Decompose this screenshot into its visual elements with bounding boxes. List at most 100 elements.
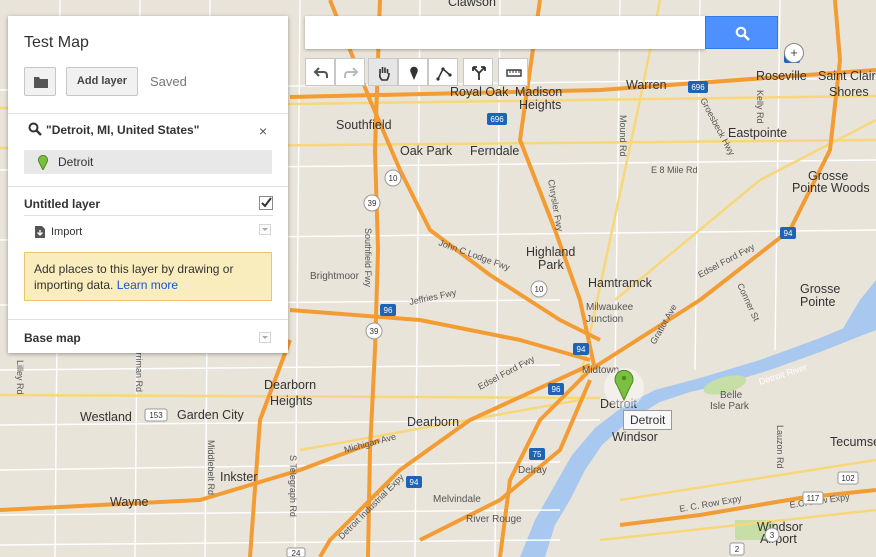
search-input[interactable] [305, 16, 705, 49]
city-label: Belle [720, 390, 743, 401]
highway-shield: 96 [548, 383, 564, 395]
highway-shield: 75 [529, 448, 545, 460]
base-map-dropdown[interactable] [259, 332, 271, 343]
svg-text:94: 94 [784, 229, 793, 238]
svg-text:39: 39 [368, 199, 377, 208]
highway-shield: 153 [144, 408, 168, 422]
svg-text:75: 75 [533, 450, 542, 459]
svg-text:2: 2 [735, 545, 740, 554]
highway-shield: 696 [688, 81, 708, 93]
highway-shield: 2 [729, 542, 745, 556]
svg-text:10: 10 [535, 285, 544, 294]
city-label: River Rouge [466, 514, 522, 525]
svg-text:94: 94 [577, 345, 586, 354]
highway-shield: 96 [380, 304, 396, 316]
road-label: S Telegraph Rd [288, 455, 298, 517]
undo-button[interactable] [305, 58, 335, 86]
search-button[interactable] [705, 16, 778, 49]
city-label: Junction [586, 314, 623, 325]
svg-text:24: 24 [292, 549, 301, 557]
city-label: Heights [270, 394, 312, 408]
base-map-label[interactable]: Base map [24, 331, 81, 345]
city-label: Pointe Woods [792, 181, 870, 195]
learn-more-link[interactable]: Learn more [117, 278, 178, 292]
city-label: Grosse [800, 282, 840, 296]
road-label: E 8 Mile Rd [651, 165, 698, 175]
city-label: Oak Park [400, 144, 453, 158]
marker-tooltip: Detroit [623, 410, 673, 430]
svg-text:117: 117 [807, 494, 820, 503]
pan-tool-button[interactable] [368, 58, 398, 86]
road-label: Mound Rd [618, 115, 628, 157]
add-layer-button[interactable]: Add layer [66, 67, 138, 96]
city-label: Westland [80, 410, 132, 424]
city-label: Ferndale [470, 144, 519, 158]
road-label: Kelly Rd [755, 90, 765, 124]
search-query-label: "Detroit, MI, United States" [46, 123, 200, 137]
city-label: Saint Clair [818, 69, 876, 83]
city-label: Highland [526, 245, 575, 259]
route-icon [472, 66, 486, 80]
svg-text:696: 696 [691, 83, 705, 92]
ruler-icon [506, 69, 522, 77]
highway-shield: 39 [363, 194, 381, 212]
highway-shield: 10 [530, 280, 548, 298]
draw-line-button[interactable] [428, 58, 458, 86]
city-label: Brightmoor [310, 271, 360, 282]
city-label: Windsor [612, 430, 658, 444]
undo-icon [313, 67, 328, 78]
redo-icon [344, 67, 359, 78]
svg-text:102: 102 [841, 474, 855, 483]
svg-text:96: 96 [552, 385, 561, 394]
city-label: Isle Park [710, 401, 750, 412]
layer-visibility-checkbox[interactable] [259, 196, 273, 210]
highway-shield: 24 [286, 547, 306, 557]
highway-shield: 94 [780, 227, 796, 239]
import-icon [35, 226, 45, 238]
save-status: Saved [150, 74, 187, 89]
search-results-section: "Detroit, MI, United States" × Detroit [8, 113, 288, 187]
redo-button[interactable] [335, 58, 365, 86]
city-label: Hamtramck [588, 276, 653, 290]
svg-text:10: 10 [389, 174, 398, 183]
highway-shield: 94 [406, 476, 422, 488]
svg-text:3: 3 [770, 531, 775, 540]
import-link[interactable]: Import [51, 226, 82, 238]
city-label: Dearborn [407, 415, 459, 429]
close-icon[interactable]: × [259, 123, 267, 139]
svg-text:153: 153 [149, 411, 163, 420]
svg-text:96: 96 [384, 306, 393, 315]
highway-shield: 3 [764, 527, 780, 543]
city-label: Delray [518, 465, 547, 476]
map-sidebar-panel: Test Map Add layer Saved "Detroit, MI, U… [8, 16, 288, 353]
highway-shield: 39 [365, 322, 383, 340]
zoom-in-button[interactable]: + [784, 43, 804, 63]
road-label: Lauzon Rd [775, 425, 785, 469]
highway-shield: 10 [384, 169, 402, 187]
highway-shield: 696 [487, 113, 507, 125]
search-result-item[interactable]: Detroit [24, 150, 272, 174]
city-label: Shores [829, 85, 869, 99]
city-label: Clawson [448, 0, 496, 9]
marker-icon [410, 66, 418, 80]
measure-button[interactable] [498, 58, 528, 86]
city-label: Pointe [800, 295, 835, 309]
city-label: Park [538, 258, 564, 272]
city-label: Roseville [756, 69, 807, 83]
add-marker-button[interactable] [398, 58, 428, 86]
highway-shield: 102 [837, 471, 859, 485]
svg-text:94: 94 [410, 478, 419, 487]
city-label: Melvindale [433, 494, 481, 505]
layer-hint-box: Add places to this layer by drawing or i… [24, 252, 272, 301]
open-folder-button[interactable] [24, 67, 56, 96]
city-label: Royal Oak [450, 85, 509, 99]
directions-button[interactable] [463, 58, 493, 86]
map-title[interactable]: Test Map [24, 34, 89, 52]
city-label: Southfield [336, 118, 392, 132]
city-label: Wayne [110, 495, 148, 509]
search-icon [28, 122, 42, 136]
city-label: Dearborn [264, 378, 316, 392]
search-icon [735, 26, 750, 41]
layer-options-dropdown[interactable] [259, 224, 271, 235]
layer-title[interactable]: Untitled layer [24, 197, 100, 211]
